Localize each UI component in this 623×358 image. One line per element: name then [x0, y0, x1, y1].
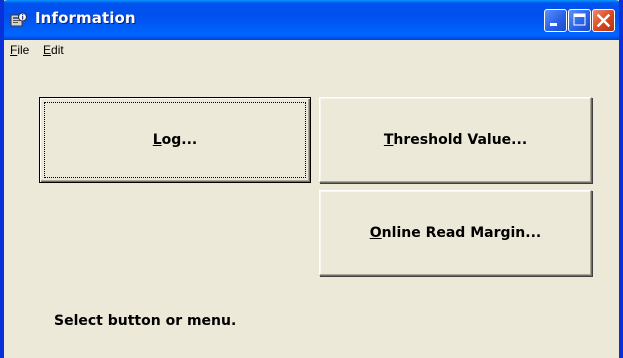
maximize-button[interactable] — [568, 9, 591, 32]
status-message: Select button or menu. — [54, 313, 237, 329]
minimize-button[interactable] — [544, 9, 567, 32]
menu-bar: File Edit — [4, 40, 619, 62]
threshold-value-button-label: Threshold Value... — [383, 132, 528, 148]
log-button[interactable]: Log... — [39, 97, 311, 183]
close-button[interactable] — [592, 9, 615, 32]
online-read-margin-button[interactable]: Online Read Margin... — [319, 190, 592, 276]
application-info-icon — [10, 11, 28, 29]
menu-edit[interactable]: Edit — [43, 43, 64, 57]
title-bar[interactable]: Information — [4, 0, 619, 40]
log-button-label: Log... — [152, 132, 198, 148]
information-window: Information File Edit Log... Threshold V… — [0, 0, 623, 358]
threshold-value-button[interactable]: Threshold Value... — [319, 97, 592, 183]
menu-file[interactable]: File — [10, 43, 29, 57]
online-read-margin-button-label: Online Read Margin... — [369, 225, 542, 241]
window-title: Information — [35, 9, 136, 27]
